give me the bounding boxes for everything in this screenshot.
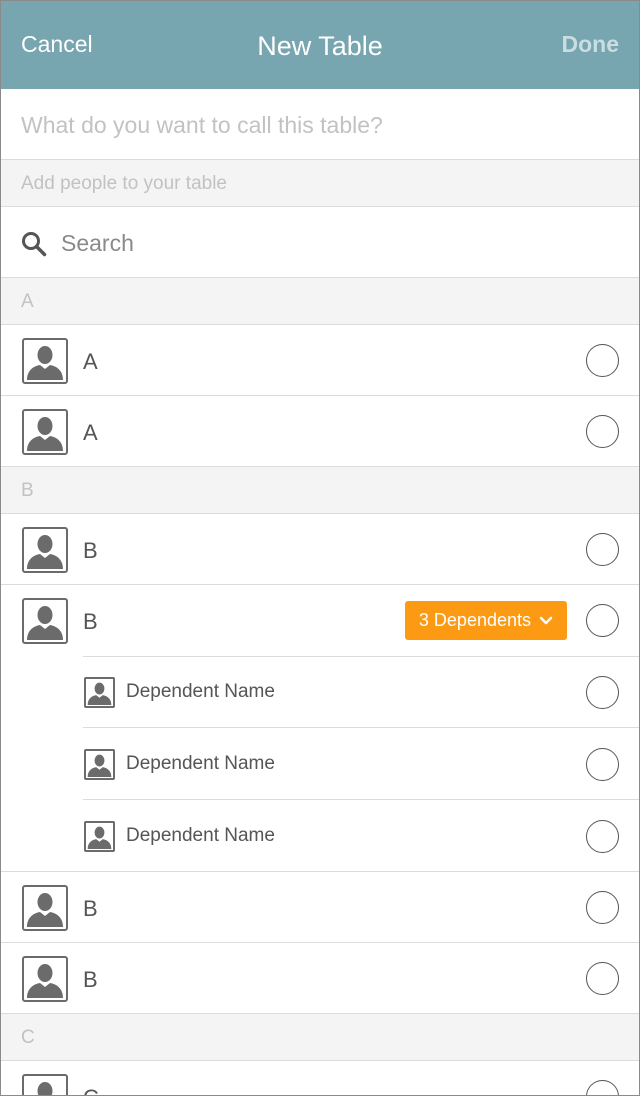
search-icon <box>22 232 47 257</box>
search-input[interactable] <box>61 225 611 261</box>
add-people-header: Add people to your table <box>1 160 639 207</box>
select-radio[interactable] <box>586 604 619 637</box>
app-frame: Cancel New Table Done Add people to your… <box>0 0 640 1096</box>
select-radio[interactable] <box>586 820 619 853</box>
avatar <box>84 749 115 780</box>
person-icon <box>87 826 112 849</box>
section-letter: C <box>21 1027 35 1048</box>
select-radio[interactable] <box>586 344 619 377</box>
contact-name: C <box>83 1085 99 1095</box>
table-name-field-container <box>1 89 639 160</box>
dependent-name: Dependent Name <box>126 681 275 702</box>
search-bar <box>1 207 639 278</box>
chevron-down-icon <box>539 616 553 624</box>
avatar <box>22 1074 68 1095</box>
contact-row[interactable]: B <box>1 514 639 585</box>
avatar <box>84 677 115 708</box>
select-radio[interactable] <box>586 533 619 566</box>
select-radio[interactable] <box>586 415 619 448</box>
section-header-b: B <box>1 467 639 514</box>
done-button[interactable]: Done <box>562 31 620 58</box>
section-letter: B <box>21 480 34 501</box>
avatar <box>22 409 68 455</box>
contact-row[interactable]: A <box>1 396 639 467</box>
avatar <box>22 956 68 1002</box>
avatar <box>22 527 68 573</box>
select-radio[interactable] <box>586 962 619 995</box>
dependent-row[interactable]: Dependent Name <box>83 728 639 800</box>
person-icon <box>27 893 63 927</box>
contact-name: A <box>83 349 98 374</box>
person-icon <box>27 964 63 998</box>
contact-name: A <box>83 420 98 445</box>
section-header-a: A <box>1 278 639 325</box>
person-icon <box>27 535 63 569</box>
person-icon <box>37 1082 53 1095</box>
person-icon <box>87 682 112 705</box>
avatar <box>22 885 68 931</box>
select-radio[interactable] <box>586 891 619 924</box>
contact-row[interactable]: B <box>1 943 639 1014</box>
person-icon <box>27 346 63 380</box>
dependent-name: Dependent Name <box>126 753 275 774</box>
dependent-row[interactable]: Dependent Name <box>83 656 639 728</box>
person-icon <box>27 417 63 451</box>
section-header-c: C <box>1 1014 639 1061</box>
contact-row[interactable]: B <box>1 872 639 943</box>
navigation-bar: Cancel New Table Done <box>1 1 639 89</box>
contact-name: B <box>83 538 98 563</box>
contact-name: B <box>83 896 98 921</box>
avatar <box>22 338 68 384</box>
dependents-badge-label: 3 Dependents <box>418 610 531 630</box>
contact-row[interactable]: A <box>1 325 639 396</box>
cancel-button[interactable]: Cancel <box>21 31 93 58</box>
add-people-label: Add people to your table <box>21 173 227 194</box>
contact-name: B <box>83 609 98 634</box>
select-radio[interactable] <box>586 676 619 709</box>
person-icon <box>27 606 63 640</box>
table-name-input[interactable] <box>21 107 611 143</box>
select-radio[interactable] <box>586 1080 619 1095</box>
avatar <box>84 821 115 852</box>
select-radio[interactable] <box>586 748 619 781</box>
person-icon <box>87 754 112 777</box>
dependent-name: Dependent Name <box>126 825 275 846</box>
page-title: New Table <box>257 31 383 61</box>
contact-name: B <box>83 967 98 992</box>
avatar <box>22 598 68 644</box>
contact-row-with-dependents[interactable]: B 3 Dependents <box>1 585 639 656</box>
dependents-dropdown-button[interactable]: 3 Dependents <box>404 601 567 640</box>
section-letter: A <box>21 291 34 312</box>
contact-row[interactable]: C <box>1 1061 639 1095</box>
dependent-row[interactable]: Dependent Name <box>1 800 639 872</box>
